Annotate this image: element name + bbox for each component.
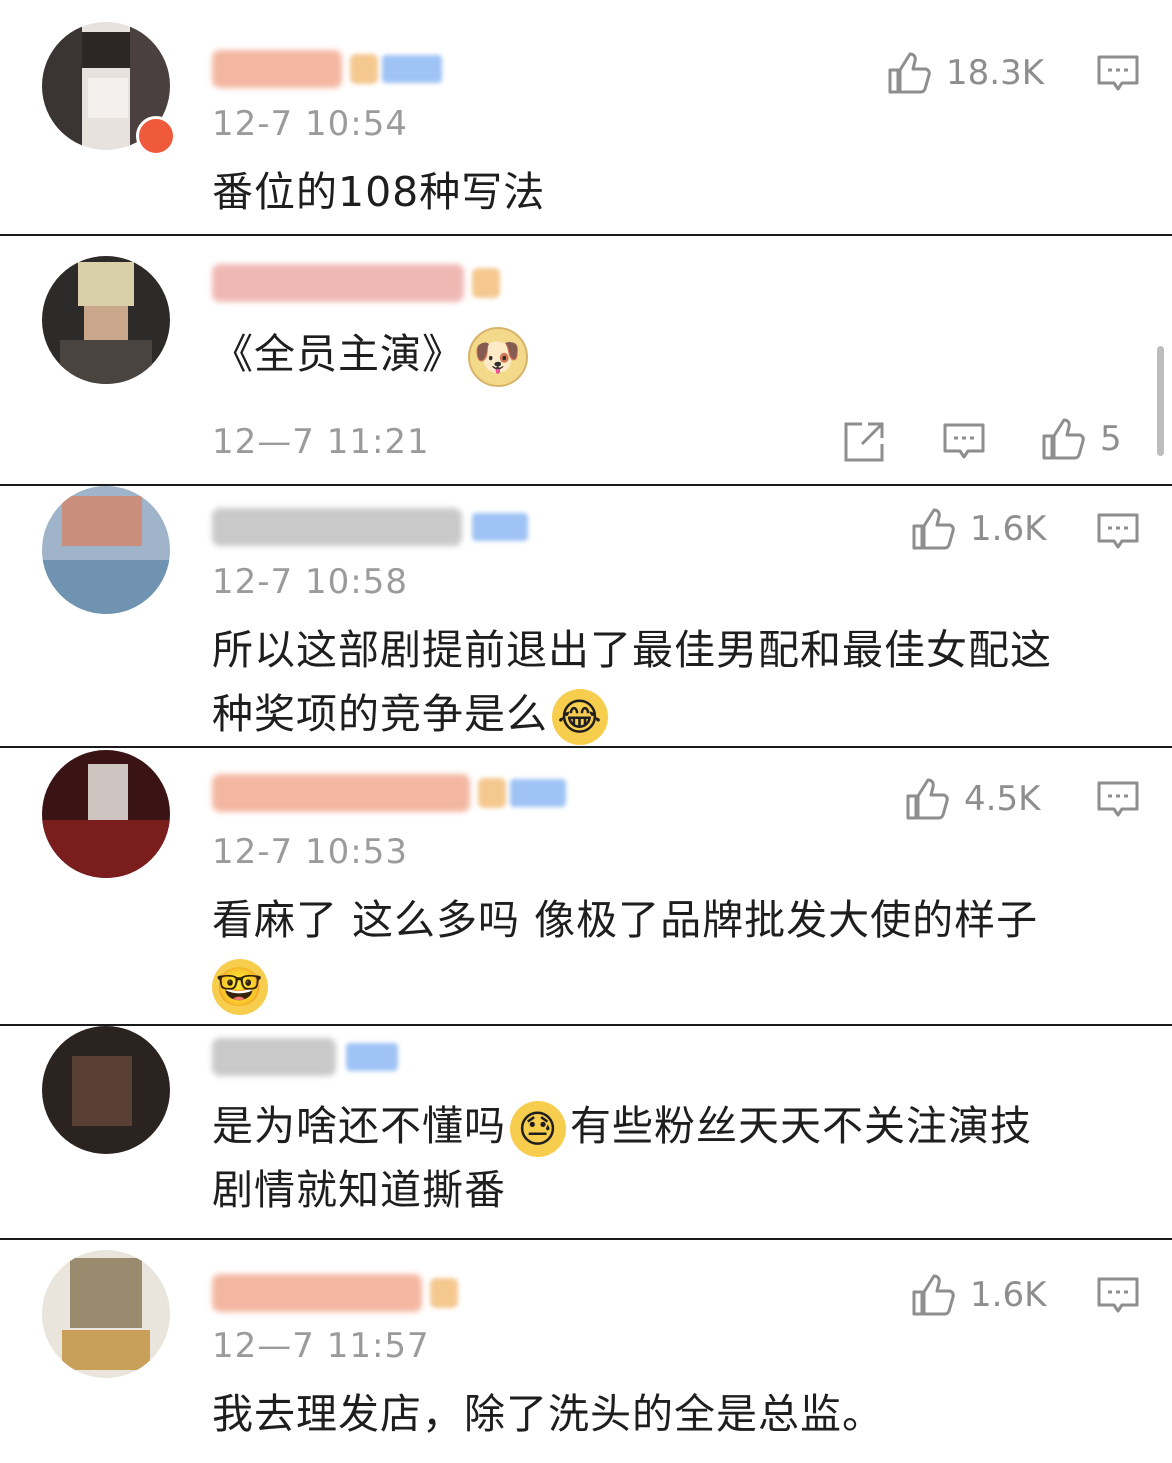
- comment-time: 12-7 10:53: [212, 832, 408, 872]
- comment-text: 《全员主演》 🐶: [212, 322, 1132, 387]
- like-button[interactable]: 18.3K: [886, 50, 1044, 96]
- like-count: 4.5K: [964, 779, 1041, 819]
- comment-text: 看麻了 这么多吗 像极了品牌批发大使的样子 🤓: [212, 888, 1132, 1016]
- like-count: 1.6K: [970, 1275, 1047, 1315]
- laugh-cry-emoji: 😂: [552, 689, 608, 745]
- thumbs-up-icon: [912, 1274, 955, 1316]
- like-button[interactable]: 1.6K: [910, 1272, 1046, 1318]
- comment-time: 12—7 11:21: [212, 422, 430, 462]
- comment-card: 是为啥还不懂吗 😓 有些粉丝天天不关注演技 剧情就知道撕番: [0, 1024, 1172, 1240]
- comment-time: 12-7 10:58: [212, 562, 408, 602]
- sweat-emoji: 😓: [510, 1101, 566, 1157]
- thumbs-up-icon: [888, 52, 931, 94]
- reply-icon[interactable]: [1096, 780, 1140, 820]
- username[interactable]: [212, 46, 442, 92]
- comment-text: 我去理发店，除了洗头的全是总监。: [212, 1390, 884, 1438]
- like-button[interactable]: 5: [1040, 416, 1122, 462]
- username[interactable]: [212, 504, 528, 550]
- nerd-emoji: 🤓: [212, 959, 268, 1015]
- reply-icon[interactable]: [1096, 1276, 1140, 1316]
- like-count: 18.3K: [946, 53, 1044, 93]
- like-button[interactable]: 4.5K: [904, 776, 1040, 822]
- username[interactable]: [212, 260, 500, 306]
- avatar[interactable]: [42, 750, 170, 878]
- comment-card: 《全员主演》 🐶 12—7 11:21 5: [0, 234, 1172, 486]
- thumbs-up-icon: [912, 508, 955, 550]
- avatar[interactable]: [42, 256, 170, 384]
- comment-text: 所以这部剧提前退出了最佳男配和最佳女配这 种奖项的竞争是么 😂: [212, 618, 1132, 746]
- comment-card: 1.6K 12-7 10:58 所以这部剧提前退出了最佳男配和最佳女配这 种奖项…: [0, 484, 1172, 748]
- reply-icon[interactable]: [1096, 512, 1140, 552]
- scrollbar[interactable]: [1157, 346, 1164, 456]
- thumbs-up-icon: [1042, 418, 1085, 460]
- avatar[interactable]: [42, 486, 170, 614]
- username[interactable]: [212, 1270, 458, 1316]
- like-count: 1.6K: [970, 509, 1047, 549]
- verified-badge-icon: [136, 116, 176, 156]
- like-count: 5: [1100, 419, 1122, 459]
- username[interactable]: [212, 770, 566, 816]
- comment-time: 12-7 10:54: [212, 104, 408, 144]
- username[interactable]: [212, 1034, 398, 1080]
- thumbs-up-icon: [906, 778, 949, 820]
- comment-time: 12—7 11:57: [212, 1326, 430, 1366]
- comment-card: 18.3K 12-7 10:54 番位的108种写法: [0, 0, 1172, 236]
- reply-icon[interactable]: [942, 422, 986, 462]
- reply-icon[interactable]: [1096, 54, 1140, 94]
- doge-emoji: 🐶: [468, 327, 528, 387]
- comment-text: 番位的108种写法: [212, 168, 546, 216]
- like-button[interactable]: 1.6K: [910, 506, 1046, 552]
- avatar[interactable]: [42, 1026, 170, 1154]
- avatar[interactable]: [42, 1250, 170, 1378]
- comment-card: 1.6K 12—7 11:57 我去理发店，除了洗头的全是总监。: [0, 1238, 1172, 1463]
- comment-card: 4.5K 12-7 10:53 看麻了 这么多吗 像极了品牌批发大使的样子 🤓: [0, 746, 1172, 1026]
- share-icon[interactable]: [842, 420, 886, 464]
- comment-text: 是为啥还不懂吗 😓 有些粉丝天天不关注演技 剧情就知道撕番: [212, 1101, 1032, 1214]
